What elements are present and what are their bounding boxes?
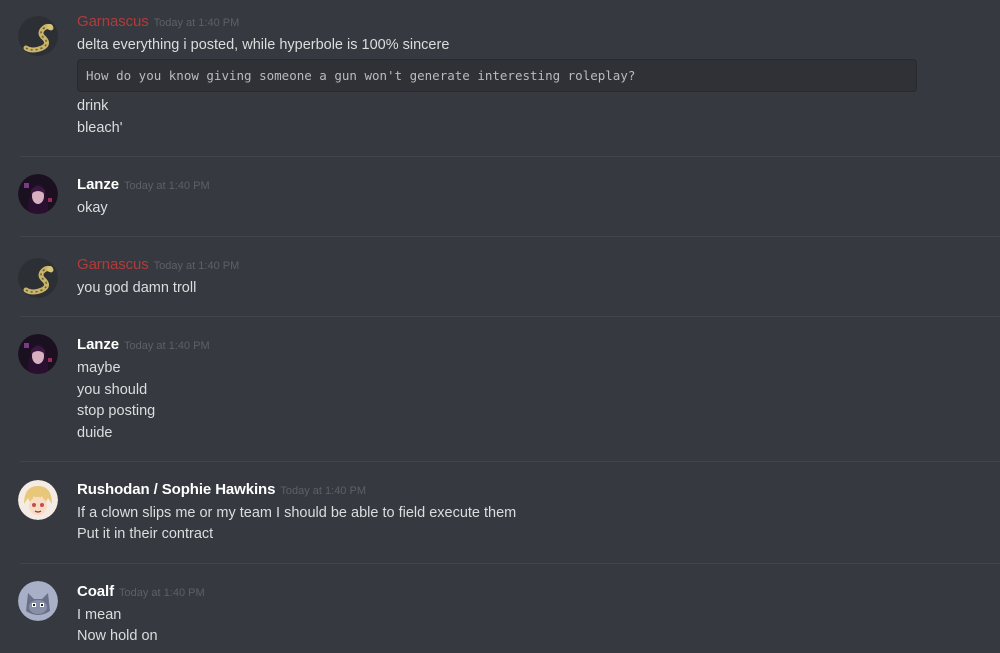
message-text: stop posting — [77, 403, 156, 419]
username[interactable]: Rushodan / Sophie Hawkins — [77, 481, 275, 498]
snake-avatar-icon[interactable] — [18, 258, 58, 298]
timestamp: Today at 1:40 PM — [124, 180, 210, 192]
message-header: Garnascus Today at 1:40 PM — [77, 255, 239, 275]
message-text: If a clown slips me or my team I should … — [77, 505, 517, 521]
message-text: I mean — [77, 607, 122, 623]
message-header: Garnascus Today at 1:40 PM — [77, 12, 239, 32]
message-divider — [20, 236, 1000, 237]
message-divider — [20, 461, 1000, 462]
message-text: Put it in their contract — [77, 526, 214, 542]
username[interactable]: Lanze — [77, 176, 119, 193]
message-divider — [20, 563, 1000, 564]
message-header: Lanze Today at 1:40 PM — [77, 335, 210, 355]
timestamp: Today at 1:40 PM — [119, 587, 205, 599]
message-text: okay — [77, 200, 108, 216]
timestamp: Today at 1:40 PM — [124, 340, 210, 352]
message-header: Lanze Today at 1:40 PM — [77, 175, 210, 195]
timestamp: Today at 1:40 PM — [280, 485, 366, 497]
message-divider — [20, 156, 1000, 157]
message-text: duide — [77, 425, 113, 441]
message-text: you should — [77, 382, 148, 398]
dark-anime-avatar-icon[interactable] — [18, 334, 58, 374]
message-divider — [20, 316, 1000, 317]
snake-avatar-icon[interactable] — [18, 16, 58, 56]
username[interactable]: Lanze — [77, 336, 119, 353]
message-text: Now hold on — [77, 628, 158, 644]
dark-anime-avatar-icon[interactable] — [18, 174, 58, 214]
timestamp: Today at 1:40 PM — [153, 17, 240, 29]
message-text: drink — [77, 98, 109, 114]
message-text: bleach' — [77, 120, 123, 136]
message-text: delta everything i posted, while hyperbo… — [77, 37, 450, 53]
message-text: you god damn troll — [77, 280, 197, 296]
chat-message-list: Garnascus Today at 1:40 PM delta everythi… — [0, 0, 1000, 653]
username[interactable]: Garnascus — [77, 256, 149, 273]
username[interactable]: Coalf — [77, 583, 114, 600]
code-block: How do you know giving someone a gun won… — [77, 59, 917, 92]
message-text: maybe — [77, 360, 121, 376]
timestamp: Today at 1:40 PM — [153, 260, 240, 272]
blonde-anime-avatar-icon[interactable] — [18, 480, 58, 520]
grey-creature-avatar-icon[interactable] — [18, 581, 58, 621]
message-header: Rushodan / Sophie Hawkins Today at 1:40 P… — [77, 480, 366, 500]
username[interactable]: Garnascus — [77, 13, 149, 30]
message-header: Coalf Today at 1:40 PM — [77, 582, 205, 602]
